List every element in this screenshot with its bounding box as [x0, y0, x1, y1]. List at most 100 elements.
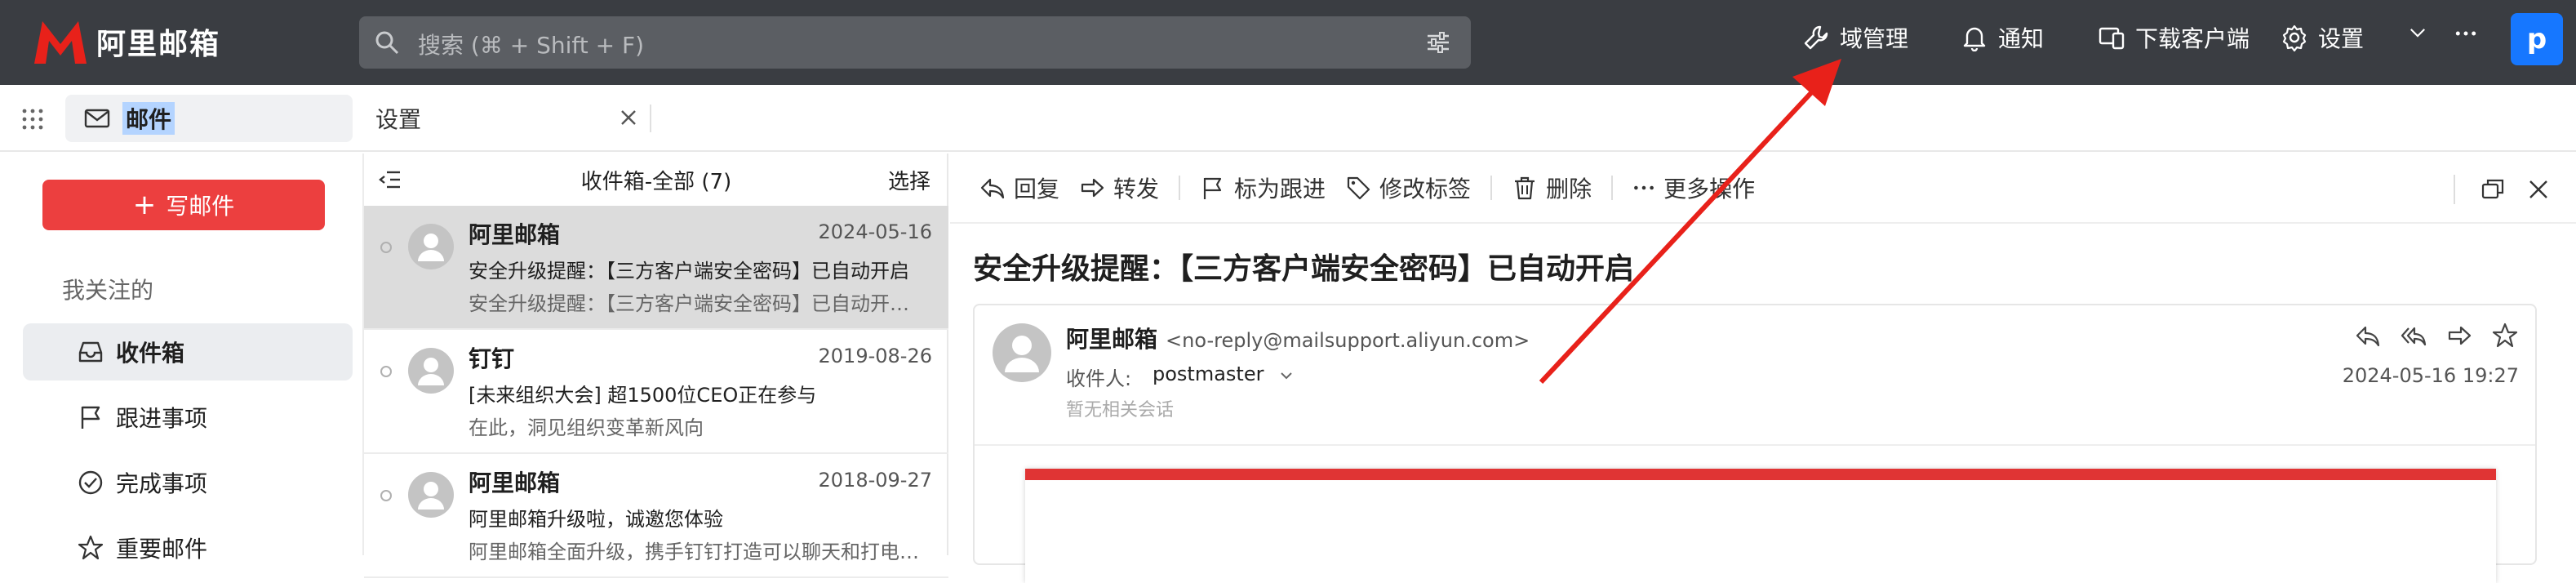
reader-toolbar: 回复 转发 标为跟进 修改标签 删除 更多操作	[950, 154, 2576, 224]
logo-m-icon	[34, 21, 87, 64]
tab-mail-label: 邮件	[122, 102, 175, 135]
device-icon	[2099, 27, 2125, 50]
edit-tag-button[interactable]: 修改标签	[1345, 171, 1471, 204]
star-icon	[78, 535, 104, 560]
domain-manage-button[interactable]: 域管理	[1802, 21, 1908, 54]
mail-body-frame	[1025, 469, 2496, 583]
gear-icon	[2282, 24, 2307, 51]
list-item[interactable]: 钉钉 2019-08-26 [未来组织大会] 超1500位CEO正在参与 在此，…	[364, 330, 948, 454]
sidebar-item-inbox[interactable]: 收件箱	[23, 323, 353, 381]
sender-avatar-icon	[408, 348, 454, 394]
inbox-tray-icon	[78, 341, 103, 363]
sidebar-item-important[interactable]: 重要邮件	[23, 519, 353, 576]
bell-icon	[1963, 27, 1986, 51]
settings-label: 设置	[2318, 25, 2365, 52]
toolbar-divider	[1490, 176, 1493, 200]
expand-menu-button[interactable]	[2406, 21, 2429, 44]
logo-text: 阿里邮箱	[96, 28, 221, 61]
mail-actions	[2354, 322, 2519, 349]
mail-body-red-banner	[1025, 469, 2496, 480]
app-logo[interactable]: 阿里邮箱	[31, 16, 220, 67]
plus-icon: +	[132, 189, 157, 221]
sender-avatar-icon	[408, 472, 454, 518]
tab-settings[interactable]: 设置	[366, 95, 651, 142]
no-conversation-text: 暂无相关会话	[1066, 400, 1175, 421]
reply-icon[interactable]	[2354, 322, 2382, 349]
reply-icon	[980, 178, 1005, 199]
tab-divider	[650, 105, 651, 132]
select-button[interactable]: 选择	[888, 165, 930, 195]
notify-label: 通知	[1998, 25, 2045, 52]
sidebar-item-follow-up[interactable]: 跟进事项	[23, 389, 353, 446]
unread-dot	[380, 366, 392, 377]
forward-label: 转发	[1113, 176, 1160, 202]
filter-sliders-icon[interactable]	[1425, 29, 1451, 56]
notify-button[interactable]: 通知	[1961, 21, 2044, 54]
more-dots-icon	[1634, 185, 1654, 190]
user-avatar[interactable]: p	[2511, 13, 2563, 65]
mail-preview: 安全升级提醒：【三方客户端安全密码】已自动开启…	[469, 292, 926, 315]
search-placeholder: 搜索 (⌘ + Shift + F)	[418, 32, 645, 59]
sidebar-item-done[interactable]: 完成事项	[23, 454, 353, 511]
sidebar-item-label: 收件箱	[116, 340, 185, 367]
toolbar-divider	[1179, 176, 1181, 200]
domain-manage-label: 域管理	[1840, 25, 1909, 52]
card-divider	[975, 444, 2535, 446]
mail-date: 2019-08-26	[818, 345, 932, 367]
list-item[interactable]: 阿里邮箱 2018-09-27 阿里邮箱升级啦，诚邀您体验 阿里邮箱全面升级，携…	[364, 454, 948, 578]
toolbar-divider	[2454, 175, 2455, 204]
toolbar-divider	[1611, 176, 1614, 200]
flag-icon	[81, 406, 100, 429]
forward-arrow-icon[interactable]	[2445, 322, 2473, 349]
compose-label: 写邮件	[166, 193, 235, 220]
mail-subject: 安全升级提醒：【三方客户端安全密码】已自动开启	[469, 260, 909, 283]
open-window-icon[interactable]	[2480, 176, 2506, 202]
tag-icon	[1347, 176, 1370, 200]
close-icon[interactable]	[617, 106, 640, 129]
sidebar: + 写邮件 我关注的 收件箱 跟进事项 完成事项 重要邮件	[0, 154, 364, 563]
forward-arrow-icon	[1081, 178, 1104, 198]
mail-list-title: 收件箱-全部 (7)	[580, 169, 732, 194]
mail-reader: 回复 转发 标为跟进 修改标签 删除 更多操作 安全升级提醒：【三方客户端安全密…	[950, 154, 2576, 583]
settings-button[interactable]: 设置	[2281, 21, 2364, 54]
mail-title: 安全升级提醒：【三方客户端安全密码】已自动开启	[973, 252, 1635, 286]
delete-button[interactable]: 删除	[1512, 171, 1592, 204]
tab-settings-label: 设置	[375, 106, 422, 133]
follow-up-button[interactable]: 标为跟进	[1200, 171, 1326, 204]
chevron-down-icon[interactable]	[1278, 367, 1295, 384]
list-item[interactable]: 阿里邮箱 2024-05-16 安全升级提醒：【三方客户端安全密码】已自动开启 …	[364, 206, 948, 330]
mail-sender: 阿里邮箱	[469, 221, 561, 248]
tab-mail[interactable]: 邮件	[65, 95, 353, 142]
more-menu-button[interactable]	[2454, 21, 2478, 46]
unread-dot	[380, 490, 392, 501]
more-actions-label: 更多操作	[1663, 176, 1756, 202]
sender-avatar-icon	[408, 224, 454, 269]
forward-button[interactable]: 转发	[1079, 171, 1159, 204]
mail-timestamp: 2024-05-16 19:27	[2342, 364, 2519, 387]
sender-address: <no-reply@mailsupport.aliyun.com>	[1166, 329, 1530, 352]
sidebar-item-label: 重要邮件	[116, 536, 208, 563]
mail-sender: 阿里邮箱	[469, 470, 561, 496]
reply-label: 回复	[1014, 176, 1060, 202]
sidebar-item-label: 完成事项	[116, 470, 208, 497]
reply-all-icon[interactable]	[2400, 322, 2427, 349]
more-actions-button[interactable]: 更多操作	[1632, 171, 1755, 204]
compose-button[interactable]: + 写邮件	[42, 180, 325, 230]
close-reader-icon[interactable]	[2525, 176, 2552, 202]
search-input[interactable]: 搜索 (⌘ + Shift + F)	[359, 16, 1471, 69]
flag-icon	[1203, 177, 1222, 199]
envelope-icon	[84, 109, 110, 128]
star-icon[interactable]	[2491, 322, 2519, 349]
app-grid-icon[interactable]	[20, 106, 46, 132]
trash-icon	[1515, 176, 1535, 200]
sender-name[interactable]: 阿里邮箱	[1066, 326, 1157, 353]
reply-button[interactable]: 回复	[979, 171, 1059, 204]
edit-tag-label: 修改标签	[1379, 176, 1472, 202]
app-tab-bar: 邮件 设置	[0, 85, 2576, 152]
recipient-label: 收件人:	[1066, 367, 1132, 390]
mail-date: 2024-05-16	[818, 220, 932, 243]
followed-section-label: 我关注的	[62, 277, 154, 304]
download-client-button[interactable]: 下载客户端	[2098, 21, 2250, 54]
more-dots-icon	[2455, 31, 2476, 36]
recipient-value[interactable]: postmaster	[1153, 363, 1264, 385]
